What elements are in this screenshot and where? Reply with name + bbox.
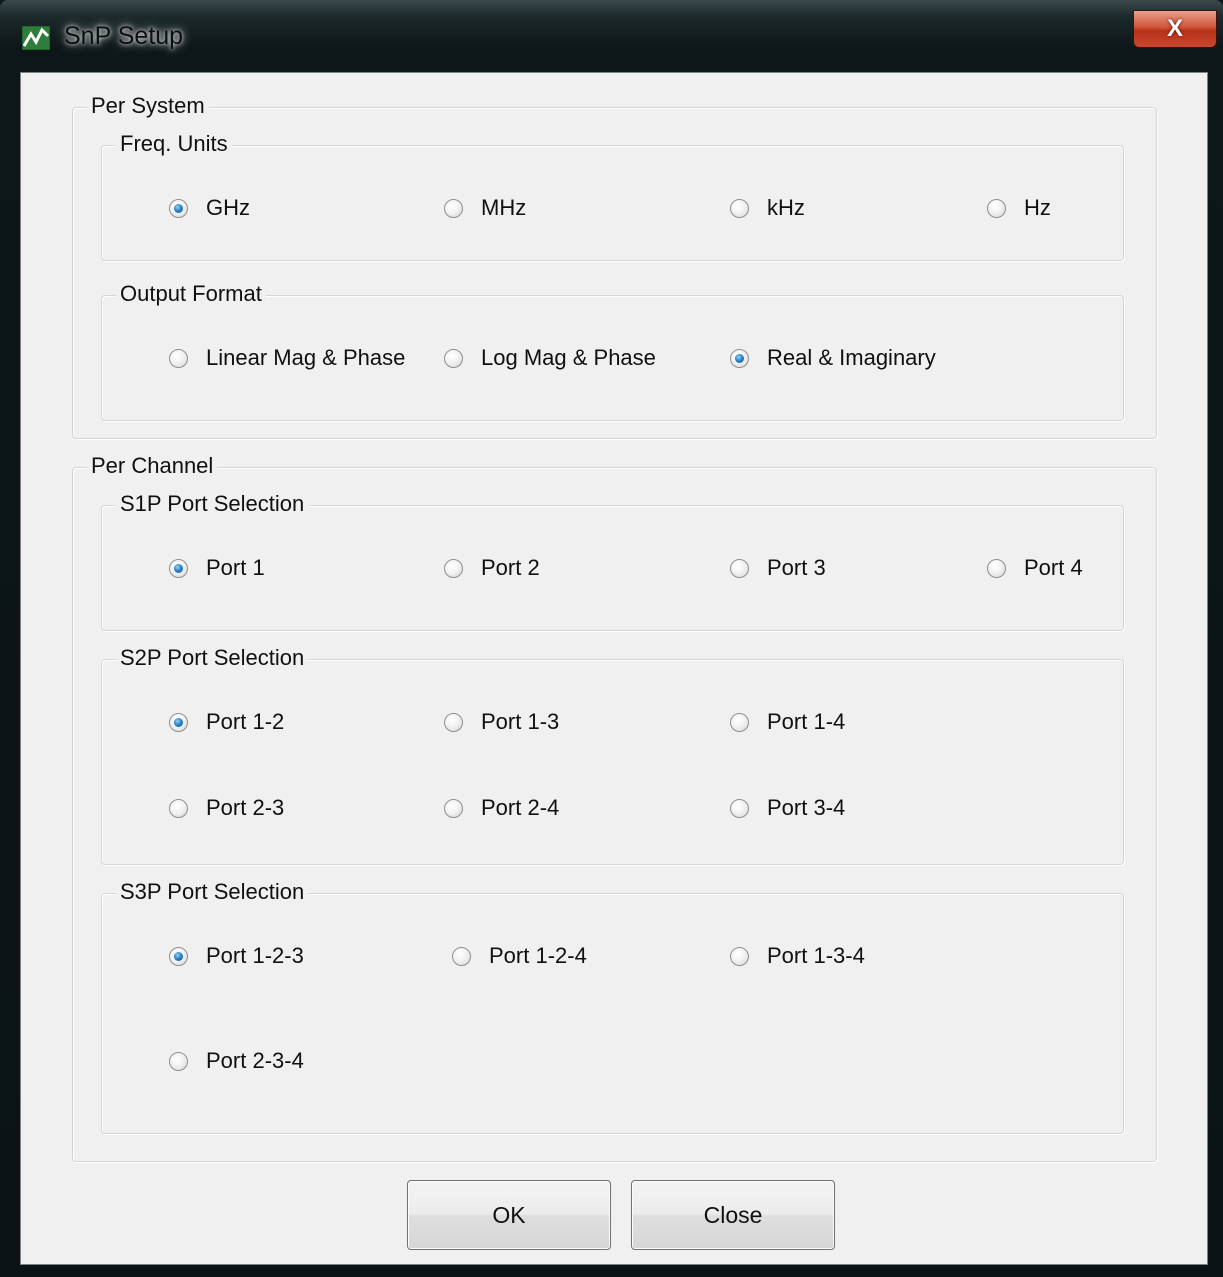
radio-port-1[interactable]: Port 1 (169, 550, 265, 586)
radio-button-checked[interactable] (169, 558, 188, 578)
output-format-legend: Output Format (116, 279, 266, 309)
radio-port-1-2[interactable]: Port 1-2 (169, 704, 284, 740)
radio-port-2-3-4[interactable]: Port 2-3-4 (169, 1043, 304, 1079)
radio-button[interactable] (730, 946, 749, 966)
s2p-legend: S2P Port Selection (116, 643, 309, 673)
s2p-port-selection-group: S2P Port Selection (101, 643, 1124, 865)
radio-label: Port 1 (206, 555, 265, 580)
radio-label: Port 2-3-4 (206, 1048, 304, 1073)
radio-mhz[interactable]: MHz (444, 190, 526, 226)
radio-button[interactable] (730, 798, 749, 818)
radio-button[interactable] (444, 798, 463, 818)
radio-port-3-4[interactable]: Port 3-4 (730, 790, 845, 826)
radio-button-checked[interactable] (730, 348, 749, 368)
radio-label: Port 1-2-4 (489, 943, 587, 968)
radio-label: MHz (481, 195, 527, 220)
radio-hz[interactable]: Hz (987, 190, 1051, 226)
radio-port-3[interactable]: Port 3 (730, 550, 826, 586)
radio-port-1-2-3[interactable]: Port 1-2-3 (169, 938, 304, 974)
radio-port-2-4[interactable]: Port 2-4 (444, 790, 559, 826)
radio-button-checked[interactable] (169, 946, 188, 966)
radio-port-2-3[interactable]: Port 2-3 (169, 790, 284, 826)
radio-real-imaginary[interactable]: Real & Imaginary (730, 340, 936, 376)
radio-port-1-3[interactable]: Port 1-3 (444, 704, 559, 740)
radio-button[interactable] (730, 558, 749, 578)
radio-port-1-3-4[interactable]: Port 1-3-4 (730, 938, 865, 974)
radio-label: Port 2-4 (481, 795, 560, 820)
radio-button[interactable] (169, 348, 188, 368)
radio-button[interactable] (444, 348, 463, 368)
radio-ghz[interactable]: GHz (169, 190, 250, 226)
radio-khz[interactable]: kHz (730, 190, 805, 226)
radio-label: Port 1-4 (767, 709, 846, 734)
radio-label: Port 2-3 (206, 795, 285, 820)
radio-button[interactable] (452, 946, 471, 966)
ok-button[interactable]: OK (407, 1180, 611, 1250)
dialog-window: SnP Setup X Per System Freq. Units GHz M… (0, 0, 1223, 1277)
dialog-client-area: Per System Freq. Units GHz MHz kHz Hz Ou… (20, 72, 1208, 1265)
radio-button-checked[interactable] (169, 712, 188, 732)
radio-label: Port 3 (767, 555, 826, 580)
radio-button[interactable] (169, 1051, 188, 1071)
radio-port-2[interactable]: Port 2 (444, 550, 540, 586)
radio-label: Port 3-4 (767, 795, 846, 820)
radio-label: Port 1-3 (481, 709, 560, 734)
radio-button[interactable] (169, 798, 188, 818)
close-icon[interactable]: X (1133, 10, 1217, 48)
radio-button[interactable] (987, 558, 1006, 578)
radio-log-mag-phase[interactable]: Log Mag & Phase (444, 340, 656, 376)
s3p-legend: S3P Port Selection (116, 877, 309, 907)
s3p-port-selection-group: S3P Port Selection (101, 877, 1124, 1134)
radio-port-4[interactable]: Port 4 (987, 550, 1083, 586)
radio-port-1-2-4[interactable]: Port 1-2-4 (452, 938, 587, 974)
close-button[interactable]: Close (631, 1180, 835, 1250)
radio-label: Hz (1024, 195, 1051, 220)
radio-label: Real & Imaginary (767, 345, 936, 370)
per-channel-legend: Per Channel (87, 451, 218, 481)
radio-button-checked[interactable] (169, 198, 188, 218)
per-system-legend: Per System (87, 91, 209, 121)
window-title: SnP Setup (64, 22, 184, 50)
title-bar[interactable]: SnP Setup X (0, 0, 1223, 72)
radio-label: Linear Mag & Phase (206, 345, 406, 370)
radio-label: Port 2 (481, 555, 540, 580)
radio-label: GHz (206, 195, 250, 220)
radio-port-1-4[interactable]: Port 1-4 (730, 704, 845, 740)
radio-button[interactable] (730, 712, 749, 732)
signal-graph-icon (21, 25, 51, 51)
radio-label: Port 1-3-4 (767, 943, 865, 968)
radio-button[interactable] (444, 712, 463, 732)
freq-units-legend: Freq. Units (116, 129, 232, 159)
radio-label: Port 1-2 (206, 709, 285, 734)
radio-button[interactable] (987, 198, 1006, 218)
freq-units-group: Freq. Units (101, 129, 1124, 261)
radio-linear-mag-phase[interactable]: Linear Mag & Phase (169, 340, 405, 376)
radio-label: Log Mag & Phase (481, 345, 656, 370)
radio-label: kHz (767, 195, 805, 220)
radio-label: Port 1-2-3 (206, 943, 304, 968)
s1p-legend: S1P Port Selection (116, 489, 309, 519)
radio-button[interactable] (444, 198, 463, 218)
radio-button[interactable] (730, 198, 749, 218)
radio-label: Port 4 (1024, 555, 1083, 580)
radio-button[interactable] (444, 558, 463, 578)
